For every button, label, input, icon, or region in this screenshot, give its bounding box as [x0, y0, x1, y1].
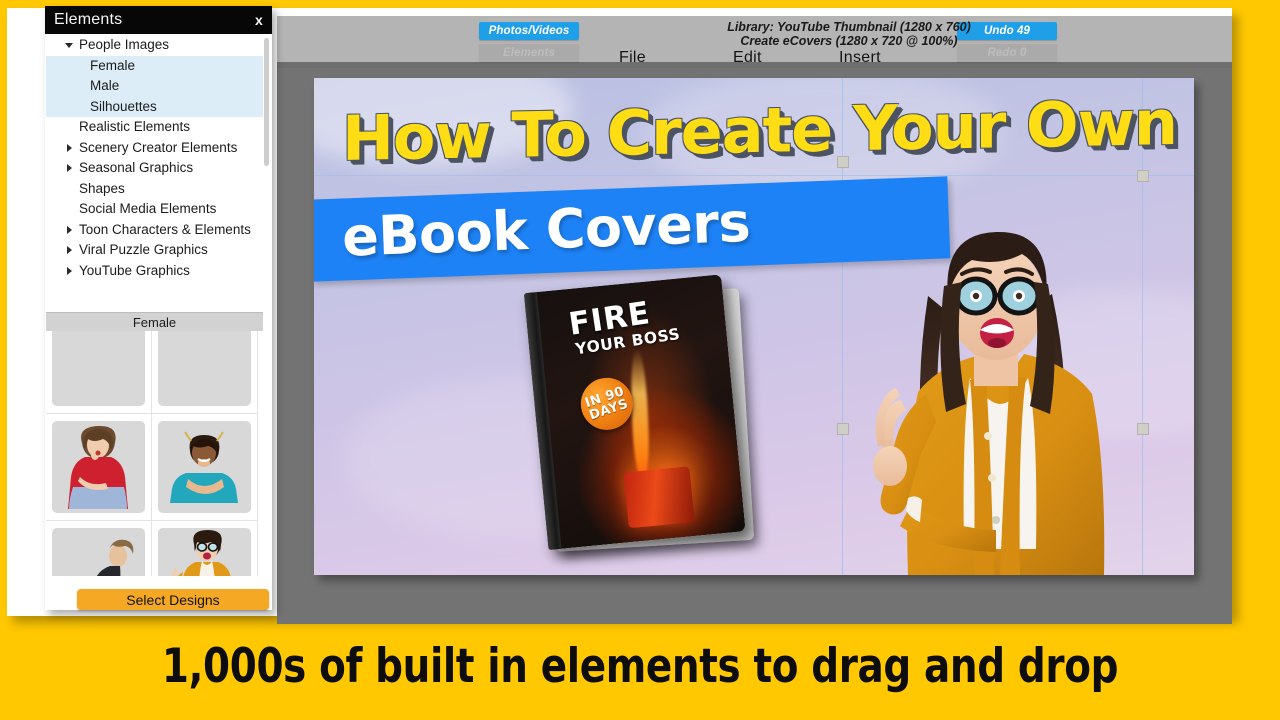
- elements-tab[interactable]: Elements: [479, 44, 579, 62]
- select-designs-button[interactable]: Select Designs: [77, 589, 269, 610]
- menu-insert[interactable]: Insert: [839, 49, 881, 67]
- selection-handle[interactable]: [1137, 170, 1149, 182]
- selection-handle[interactable]: [837, 423, 849, 435]
- woman-sitting-jeans-icon: [96, 539, 134, 576]
- menu-file[interactable]: File: [619, 49, 646, 67]
- library-info-line-1: Library: YouTube Thumbnail (1280 x 760): [727, 20, 971, 34]
- thumbnail-woman-teal-shirt-leaning: [158, 421, 251, 513]
- panel-title-label: Elements: [54, 11, 123, 28]
- tree-item-label: Realistic Elements: [79, 119, 191, 134]
- thumbnail-item[interactable]: [46, 331, 152, 414]
- chevron-right-icon[interactable]: [67, 266, 72, 275]
- chevron-right-icon[interactable]: [67, 246, 72, 254]
- woman-red-shirt-thinking-icon: [68, 425, 128, 509]
- thumbnail-woman-red-shirt-thinking: [52, 421, 145, 513]
- tree-item-label: People Images: [79, 37, 170, 52]
- thumbnail-item[interactable]: [152, 414, 258, 521]
- close-icon[interactable]: x: [255, 12, 263, 28]
- thumbnail-woman-yellow-cardigan-pointing: [158, 528, 251, 576]
- canvas-workspace[interactable]: How To Create Your Own eBook Covers FIRE…: [277, 68, 1232, 624]
- chevron-right-icon[interactable]: [67, 164, 72, 172]
- tree-item-label: Male: [90, 78, 120, 93]
- tree-item-label: Toon Characters & Elements: [79, 221, 251, 237]
- thumbnail-category-header: Female: [46, 312, 263, 332]
- candle-graphic: [623, 466, 695, 529]
- thumbnail-item[interactable]: [46, 521, 152, 576]
- person-image-object[interactable]: [866, 178, 1136, 575]
- tree-item[interactable]: Social Media Elements: [46, 199, 263, 220]
- tree-item-label: Seasonal Graphics: [79, 160, 194, 175]
- selection-handle[interactable]: [837, 156, 849, 168]
- tree-item-label: Viral Puzzle Graphics: [79, 242, 208, 257]
- tree-item[interactable]: Male: [46, 76, 263, 97]
- chevron-right-icon[interactable]: [67, 225, 72, 234]
- thumbnail-scrollbar[interactable]: [264, 66, 269, 110]
- thumbnail-list[interactable]: [46, 331, 263, 576]
- tree-item[interactable]: YouTube Graphics: [46, 261, 263, 282]
- thumbnail-woman-sitting-jeans: [52, 528, 145, 576]
- tree-item[interactable]: Toon Characters & Elements: [46, 220, 263, 241]
- headline-text[interactable]: How To Create Your Own: [342, 86, 1177, 175]
- menu-edit[interactable]: Edit: [733, 49, 762, 67]
- book-badge: IN 90 DAYS: [573, 370, 640, 437]
- promo-caption: 1,000s of built in elements to drag and …: [161, 638, 1119, 694]
- screen-root: Photos/Videos Elements Undo 49 Redo 0 Li…: [0, 0, 1280, 720]
- design-canvas[interactable]: How To Create Your Own eBook Covers FIRE…: [314, 78, 1194, 575]
- tree-item[interactable]: People Images: [46, 35, 263, 56]
- tree-item-label: YouTube Graphics: [79, 262, 190, 278]
- tree-item-label: Social Media Elements: [79, 201, 217, 216]
- library-info-line-2: Create eCovers (1280 x 720 @ 100%): [740, 34, 958, 48]
- tree-item[interactable]: Silhouettes: [46, 96, 263, 117]
- tree-item[interactable]: Female: [46, 55, 263, 76]
- category-tree[interactable]: People Images Female Male Silhouettes Realis…: [46, 35, 263, 311]
- elements-panel: Elements x People Images Female Male Silhou…: [45, 6, 272, 610]
- thumbnail-item[interactable]: [152, 521, 258, 576]
- flame-graphic: [629, 348, 651, 477]
- tree-item[interactable]: Realistic Elements: [46, 117, 263, 138]
- tree-item[interactable]: Viral Puzzle Graphics: [46, 240, 263, 261]
- chevron-right-icon[interactable]: [67, 143, 72, 152]
- tree-item-label: Female: [90, 57, 136, 73]
- tree-item-label: Scenery Creator Elements: [79, 139, 238, 155]
- tree-item[interactable]: Shapes: [46, 179, 263, 200]
- thumbnail-item[interactable]: [46, 414, 152, 521]
- tree-item-label: Shapes: [79, 180, 125, 196]
- book-cover: FIRE YOUR BOSS IN 90 DAYS: [523, 274, 746, 551]
- woman-teal-shirt-leaning-icon: [170, 431, 238, 503]
- thumbnail-item[interactable]: [152, 331, 258, 414]
- selection-handle[interactable]: [1137, 423, 1149, 435]
- ebook-mockup[interactable]: FIRE YOUR BOSS IN 90 DAYS: [515, 259, 842, 575]
- tree-item[interactable]: Seasonal Graphics: [46, 158, 263, 179]
- photos-videos-tab[interactable]: Photos/Videos: [479, 22, 579, 40]
- tree-item[interactable]: Scenery Creator Elements: [46, 138, 263, 159]
- alignment-guide-horizontal: [314, 175, 1194, 176]
- thumbnail-grid: [46, 331, 258, 576]
- panel-title-bar: Elements x: [45, 6, 272, 34]
- chevron-down-icon[interactable]: [65, 43, 73, 48]
- tree-item-label: Silhouettes: [90, 98, 157, 114]
- woman-yellow-cardigan-pointing-icon: [171, 530, 231, 576]
